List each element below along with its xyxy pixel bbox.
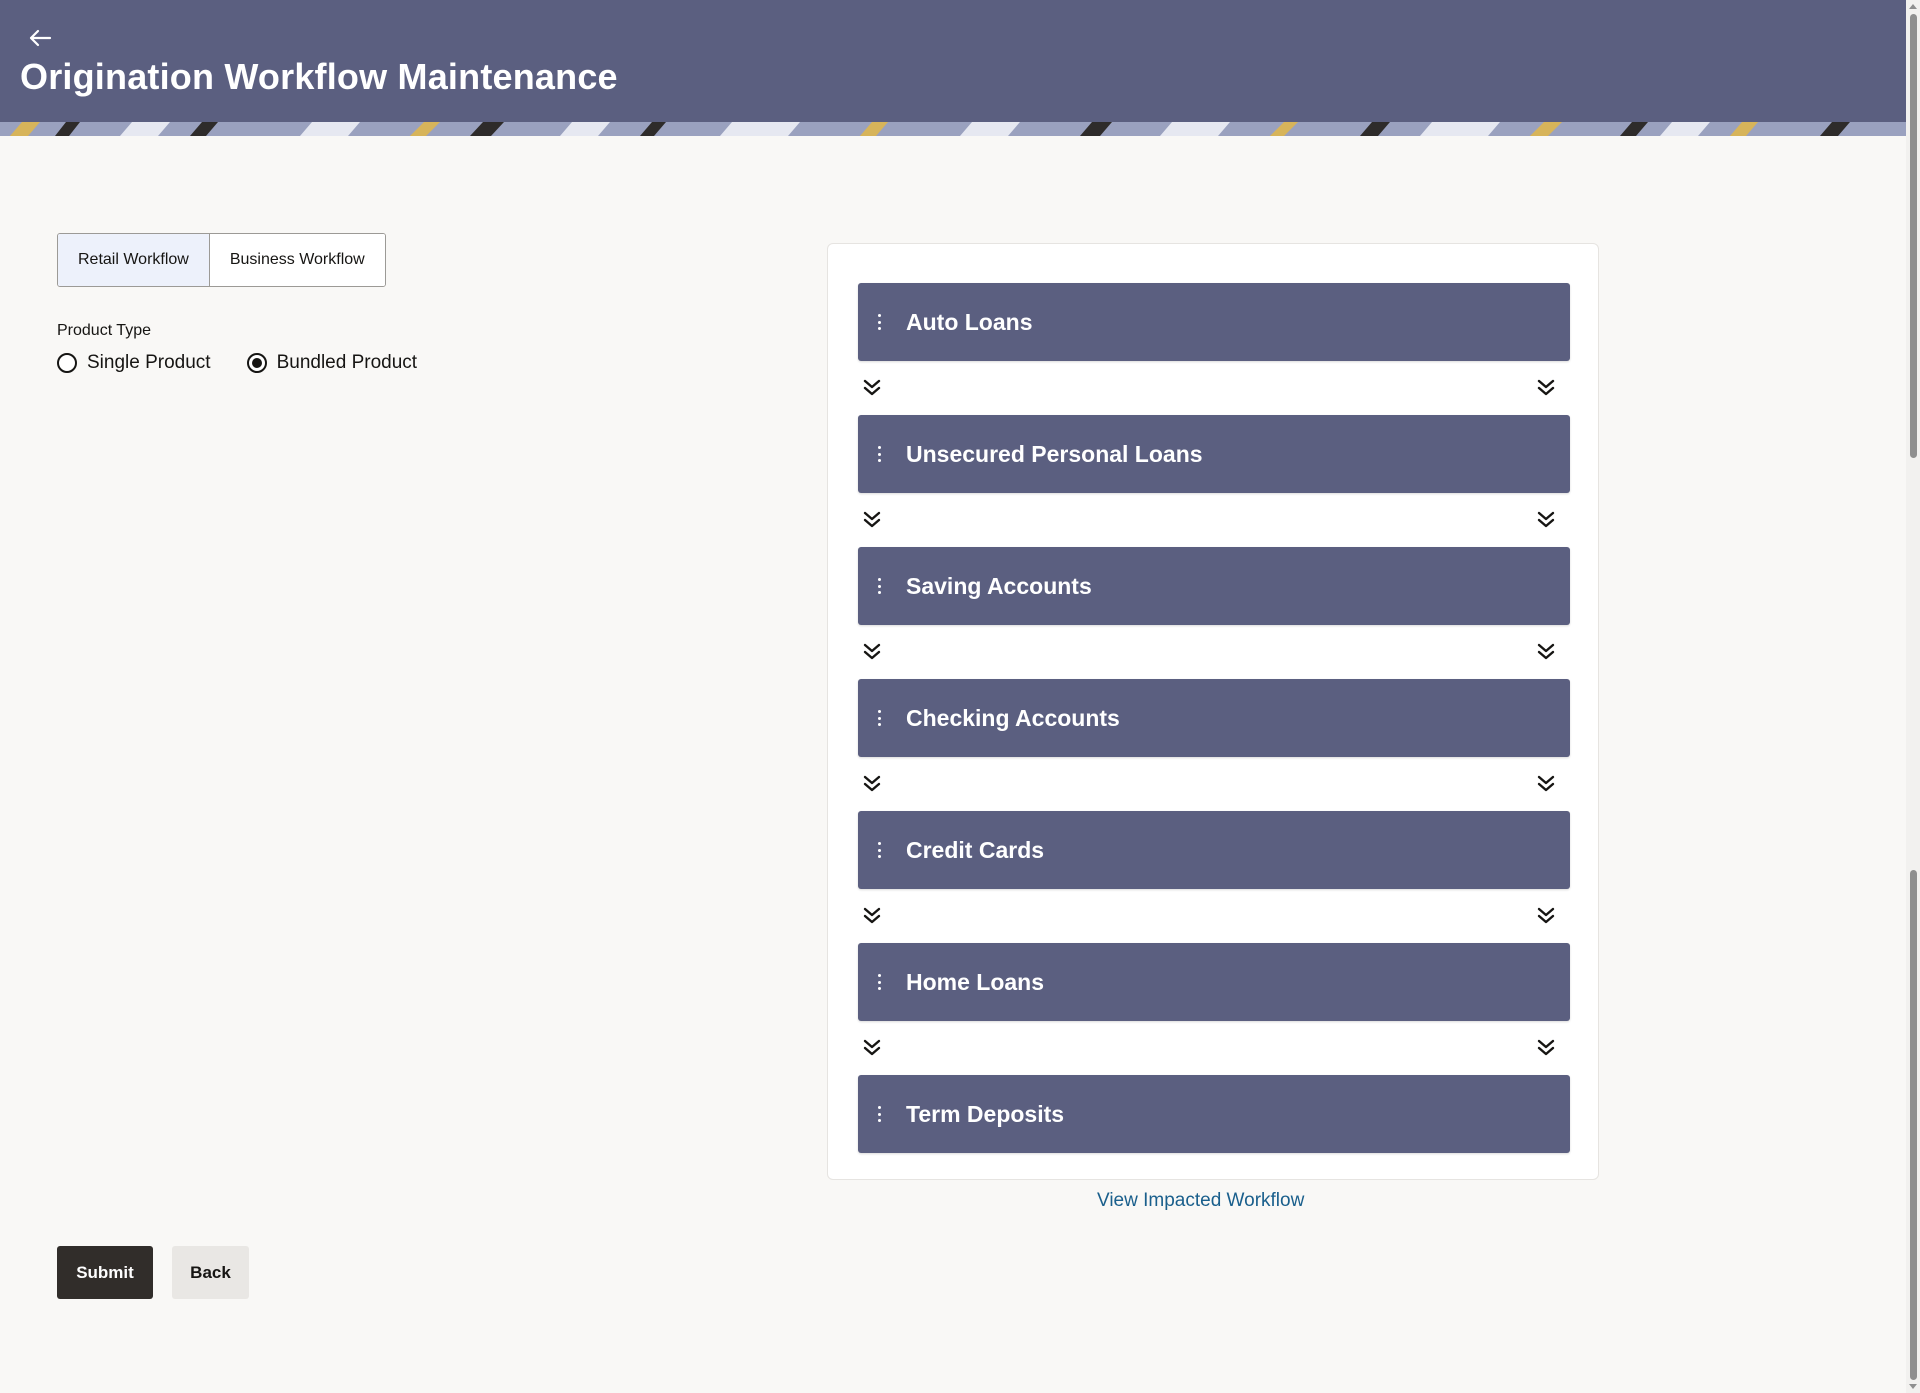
scroll-thumb[interactable] xyxy=(1910,14,1917,458)
business-workflow-button[interactable]: Business Workflow xyxy=(208,234,385,286)
vertical-ellipsis-drag-icon[interactable] xyxy=(872,576,886,596)
vertical-ellipsis-drag-icon[interactable] xyxy=(872,840,886,860)
double-chevron-down-icon xyxy=(863,643,881,660)
product-type-radio-group: Single Product Bundled Product xyxy=(57,352,417,374)
workflow-card-saving-accounts[interactable]: Saving Accounts xyxy=(858,547,1570,625)
double-chevron-down-icon xyxy=(1537,379,1555,396)
double-chevron-down-icon xyxy=(863,907,881,924)
workflow-card-term-deposits[interactable]: Term Deposits xyxy=(858,1075,1570,1153)
vertical-ellipsis-drag-icon[interactable] xyxy=(872,708,886,728)
double-chevron-down-icon xyxy=(863,511,881,528)
page-header: Origination Workflow Maintenance xyxy=(0,0,1906,136)
double-chevron-down-icon xyxy=(1537,775,1555,792)
workflow-name: Home Loans xyxy=(906,968,1045,995)
workflow-name: Term Deposits xyxy=(906,1100,1065,1127)
header-decorative-pattern xyxy=(0,122,1906,136)
single-product-radio[interactable]: Single Product xyxy=(57,352,211,374)
workflow-connector xyxy=(858,757,1570,811)
double-chevron-down-icon xyxy=(1537,907,1555,924)
scroll-down-arrow-icon[interactable] xyxy=(1908,1381,1918,1391)
vertical-ellipsis-drag-icon[interactable] xyxy=(872,1104,886,1124)
workflow-type-toggle: Retail Workflow Business Workflow xyxy=(57,233,386,287)
arrow-left-icon[interactable] xyxy=(26,24,54,52)
workflow-connector xyxy=(858,1021,1570,1075)
workflow-list: Auto Loans Unsecured Personal Loans Savi… xyxy=(858,283,1570,1153)
radio-checked-icon[interactable] xyxy=(246,353,267,373)
view-impacted-workflow-link[interactable]: View Impacted Workflow xyxy=(1097,1190,1304,1212)
page-scrollbar[interactable] xyxy=(1906,0,1920,1393)
workflow-name: Saving Accounts xyxy=(906,572,1092,599)
vertical-ellipsis-drag-icon[interactable] xyxy=(872,312,886,332)
workflow-sequence-panel: Auto Loans Unsecured Personal Loans Savi… xyxy=(827,243,1599,1180)
double-chevron-down-icon xyxy=(863,1039,881,1056)
workflow-name: Auto Loans xyxy=(906,308,1033,335)
workflow-connector xyxy=(858,493,1570,547)
workflow-name: Checking Accounts xyxy=(906,704,1120,731)
workflow-connector xyxy=(858,361,1570,415)
workflow-card-home-loans[interactable]: Home Loans xyxy=(858,943,1570,1021)
workflow-name: Credit Cards xyxy=(906,836,1045,863)
workflow-connector xyxy=(858,625,1570,679)
retail-workflow-button[interactable]: Retail Workflow xyxy=(58,234,209,286)
back-button[interactable]: Back xyxy=(172,1246,249,1299)
vertical-ellipsis-drag-icon[interactable] xyxy=(872,972,886,992)
double-chevron-down-icon xyxy=(1537,643,1555,660)
scroll-up-arrow-icon[interactable] xyxy=(1908,2,1918,12)
workflow-card-auto-loans[interactable]: Auto Loans xyxy=(858,283,1570,361)
workflow-connector xyxy=(858,889,1570,943)
product-type-label: Product Type xyxy=(57,322,151,339)
double-chevron-down-icon xyxy=(863,775,881,792)
double-chevron-down-icon xyxy=(1537,1039,1555,1056)
double-chevron-down-icon xyxy=(863,379,881,396)
vertical-ellipsis-drag-icon[interactable] xyxy=(872,444,886,464)
bundled-product-label: Bundled Product xyxy=(276,352,418,373)
scroll-thumb-lower[interactable] xyxy=(1910,870,1917,1380)
double-chevron-down-icon xyxy=(1537,511,1555,528)
workflow-card-credit-cards[interactable]: Credit Cards xyxy=(858,811,1570,889)
bundled-product-radio[interactable]: Bundled Product xyxy=(246,352,418,374)
submit-button[interactable]: Submit xyxy=(57,1246,153,1299)
workflow-card-unsecured-personal-loans[interactable]: Unsecured Personal Loans xyxy=(858,415,1570,493)
page-title: Origination Workflow Maintenance xyxy=(20,56,618,97)
workflow-card-checking-accounts[interactable]: Checking Accounts xyxy=(858,679,1570,757)
single-product-label: Single Product xyxy=(87,352,211,373)
radio-unchecked-icon[interactable] xyxy=(57,353,77,373)
workflow-name: Unsecured Personal Loans xyxy=(906,440,1203,467)
